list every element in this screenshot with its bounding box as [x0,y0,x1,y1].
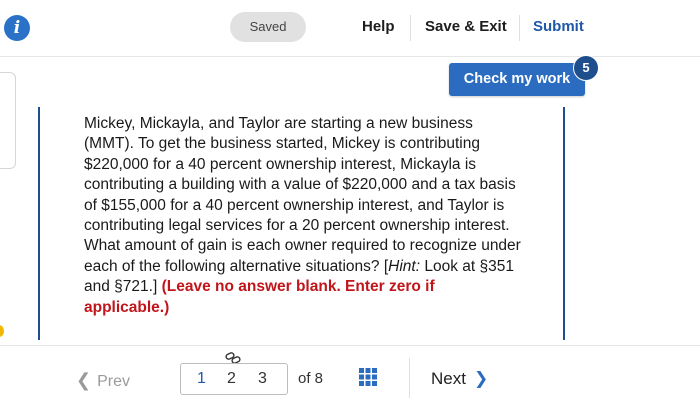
question-body: Mickey, Mickayla, and Taylor are startin… [84,115,521,275]
top-bar: i Saved Help Save & Exit Submit [0,0,700,57]
attempts-badge: 5 [573,55,599,81]
page-3-button[interactable]: 3 [258,370,267,388]
saved-status-badge: Saved [230,12,306,42]
question-rule-right [563,107,565,340]
submit-link[interactable]: Submit [533,18,584,35]
question-rule-left [38,107,40,340]
prev-label: Prev [97,373,130,390]
page-1-button[interactable]: 1 [197,370,206,388]
next-button[interactable]: Next ❯ [431,369,488,389]
grid-icon[interactable] [359,368,377,386]
page-count: of 8 [298,370,324,387]
divider [410,15,411,41]
hint-label: Hint: [388,257,421,275]
divider [409,358,410,398]
check-my-work-button[interactable]: Check my work [449,63,585,96]
info-icon[interactable]: i [4,15,30,41]
status-dot [0,325,4,337]
question-text: Mickey, Mickayla, and Taylor are startin… [84,114,524,318]
left-side-panel[interactable] [0,72,16,169]
divider [519,15,520,41]
save-exit-link[interactable]: Save & Exit [425,18,507,35]
chevron-right-icon: ❯ [473,369,489,388]
page-2-button[interactable]: 2 [227,370,236,388]
next-label: Next [431,369,466,388]
chevron-left-icon: ❮ [76,370,92,390]
help-link[interactable]: Help [362,18,395,35]
prev-button[interactable]: ❮ Prev [76,370,130,391]
